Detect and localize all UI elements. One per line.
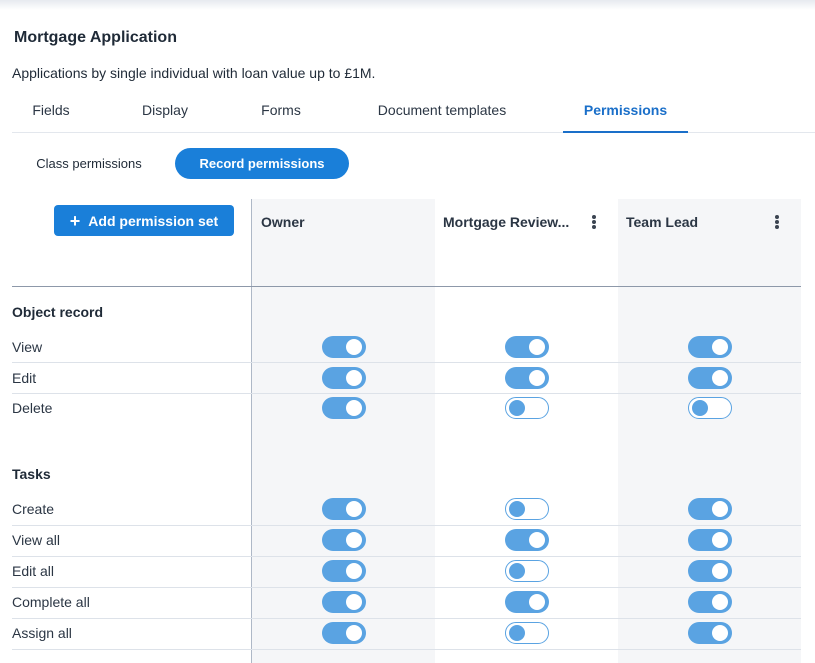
toggle-object-record-edit-team-lead[interactable] bbox=[688, 366, 732, 389]
class-permissions-button[interactable]: Class permissions bbox=[18, 148, 160, 179]
toggle-knob bbox=[509, 501, 525, 517]
tab-permissions[interactable]: Permissions bbox=[563, 96, 688, 133]
toggle-knob bbox=[346, 339, 362, 355]
row-divider bbox=[12, 393, 801, 394]
toggle-knob bbox=[712, 625, 728, 641]
toggle-knob bbox=[712, 594, 728, 610]
toggle-object-record-edit-owner[interactable] bbox=[322, 366, 366, 389]
top-shadow bbox=[0, 0, 815, 10]
toggle-knob bbox=[509, 625, 525, 641]
row-label-tasks-edit-all: Edit all bbox=[12, 563, 55, 579]
toggle-tasks-create-team-lead[interactable] bbox=[688, 498, 732, 520]
toggle-knob bbox=[346, 369, 362, 386]
column-header-mortgage-reviewer: Mortgage Review... bbox=[443, 214, 570, 230]
toggle-tasks-view-all-owner[interactable] bbox=[322, 529, 366, 551]
toggle-tasks-view-all-mortgage-review[interactable] bbox=[505, 529, 549, 551]
toggle-knob bbox=[692, 400, 708, 416]
toggle-knob bbox=[346, 400, 362, 416]
toggle-knob bbox=[346, 594, 362, 610]
toggle-knob bbox=[529, 369, 545, 386]
toggle-knob bbox=[712, 532, 728, 548]
toggle-tasks-edit-all-team-lead[interactable] bbox=[688, 560, 732, 582]
page-title: Mortgage Application bbox=[14, 29, 177, 46]
toggle-knob bbox=[712, 501, 728, 517]
row-divider bbox=[12, 525, 801, 526]
row-label-tasks-create: Create bbox=[12, 501, 55, 517]
toggle-knob bbox=[509, 400, 525, 416]
toggle-tasks-complete-all-team-lead[interactable] bbox=[688, 591, 732, 613]
tab-display[interactable]: Display bbox=[120, 96, 210, 133]
toggle-knob bbox=[529, 532, 545, 548]
plus-icon: + bbox=[69, 211, 81, 231]
toggle-knob bbox=[712, 563, 728, 579]
page-subtitle: Applications by single individual with l… bbox=[12, 65, 376, 81]
toggle-tasks-assign-all-mortgage-review[interactable] bbox=[505, 622, 549, 644]
column-header-team-lead: Team Lead bbox=[626, 214, 699, 230]
toggle-knob bbox=[346, 532, 362, 548]
tab-document-templates[interactable]: Document templates bbox=[356, 96, 528, 133]
toggle-object-record-edit-mortgage-review[interactable] bbox=[505, 366, 549, 389]
toggle-object-record-view-mortgage-review[interactable] bbox=[505, 336, 549, 358]
column-header-owner: Owner bbox=[261, 214, 305, 230]
toggle-knob bbox=[346, 625, 362, 641]
mortgage-reviewer-menu-icon[interactable] bbox=[588, 214, 600, 232]
toggle-tasks-complete-all-mortgage-review[interactable] bbox=[505, 591, 549, 613]
row-divider bbox=[12, 556, 801, 557]
record-permissions-button[interactable]: Record permissions bbox=[175, 148, 349, 179]
toggle-object-record-delete-mortgage-review[interactable] bbox=[505, 397, 549, 419]
tab-fields[interactable]: Fields bbox=[12, 96, 90, 133]
toggle-tasks-assign-all-team-lead[interactable] bbox=[688, 622, 732, 644]
toggle-tasks-create-mortgage-review[interactable] bbox=[505, 498, 549, 520]
row-divider bbox=[12, 362, 801, 363]
toggle-object-record-view-owner[interactable] bbox=[322, 336, 366, 358]
toggle-knob bbox=[346, 501, 362, 517]
tab-bar: Fields Display Forms Document templates … bbox=[12, 96, 815, 133]
toggle-object-record-delete-owner[interactable] bbox=[322, 397, 366, 419]
header-divider bbox=[12, 286, 801, 287]
toggle-knob bbox=[712, 339, 728, 355]
row-label-object-record-delete: Delete bbox=[12, 400, 53, 416]
toggle-object-record-delete-team-lead[interactable] bbox=[688, 397, 732, 419]
row-divider bbox=[12, 649, 801, 650]
row-label-object-record-edit: Edit bbox=[12, 369, 37, 386]
row-label-tasks-complete-all: Complete all bbox=[12, 594, 90, 610]
row-divider bbox=[12, 587, 801, 588]
row-label-object-record-view: View bbox=[12, 339, 43, 355]
section-title-object-record: Object record bbox=[12, 304, 104, 320]
toggle-knob bbox=[712, 369, 728, 386]
toggle-tasks-edit-all-mortgage-review[interactable] bbox=[505, 560, 549, 582]
tab-forms[interactable]: Forms bbox=[240, 96, 322, 133]
toggle-knob bbox=[509, 563, 525, 579]
section-title-tasks: Tasks bbox=[12, 466, 51, 482]
toggle-knob bbox=[346, 563, 362, 579]
toggle-tasks-complete-all-owner[interactable] bbox=[322, 591, 366, 613]
toggle-tasks-create-owner[interactable] bbox=[322, 498, 366, 520]
team-lead-menu-icon[interactable] bbox=[771, 214, 783, 232]
add-permission-set-button[interactable]: + Add permission set bbox=[54, 205, 234, 236]
toggle-tasks-edit-all-owner[interactable] bbox=[322, 560, 366, 582]
row-divider bbox=[12, 618, 801, 619]
toggle-tasks-assign-all-owner[interactable] bbox=[322, 622, 366, 644]
row-label-tasks-assign-all: Assign all bbox=[12, 625, 72, 641]
column-divider bbox=[251, 199, 252, 663]
row-label-tasks-view-all: View all bbox=[12, 532, 60, 548]
toggle-knob bbox=[529, 339, 545, 355]
toggle-knob bbox=[529, 594, 545, 610]
toggle-tasks-view-all-team-lead[interactable] bbox=[688, 529, 732, 551]
toggle-object-record-view-team-lead[interactable] bbox=[688, 336, 732, 358]
add-permission-set-label: Add permission set bbox=[88, 213, 219, 229]
